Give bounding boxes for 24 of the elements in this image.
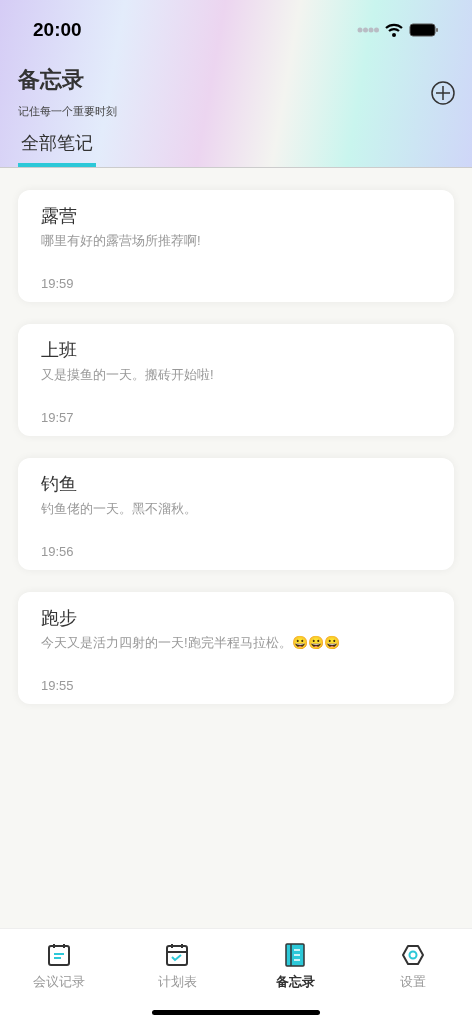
calendar-check-icon: [165, 943, 189, 967]
add-icon: [431, 80, 455, 105]
notebook-icon: [283, 943, 307, 967]
status-time: 20:00: [33, 17, 82, 42]
tab[interactable]: 全部笔记: [18, 127, 96, 167]
note-card[interactable]: 露营 哪里有好的露营场所推荐啊! 19:59: [18, 189, 454, 302]
note-title: 跑步: [41, 606, 78, 630]
page-title: 备忘录: [18, 66, 85, 94]
add-button[interactable]: [431, 80, 455, 105]
note-time: 19:55: [41, 677, 75, 695]
battery-icon: [409, 23, 439, 37]
note-time: 19:59: [41, 275, 75, 293]
tab-bar-item[interactable]: 备忘录: [236, 943, 354, 992]
settings-icon: [401, 943, 425, 967]
wifi-icon: [385, 23, 403, 37]
page-subtitle: 记住每一个重要时刻: [18, 104, 117, 119]
note-time: 19:56: [41, 543, 75, 561]
signal-icon: [357, 27, 379, 33]
note-title: 钓鱼: [41, 472, 78, 496]
note-title: 露营: [41, 204, 78, 228]
note-body: 哪里有好的露营场所推荐啊!: [41, 231, 202, 250]
note-time: 19:57: [41, 409, 75, 427]
calendar-icon: [47, 943, 71, 967]
note-title: 上班: [41, 338, 78, 362]
